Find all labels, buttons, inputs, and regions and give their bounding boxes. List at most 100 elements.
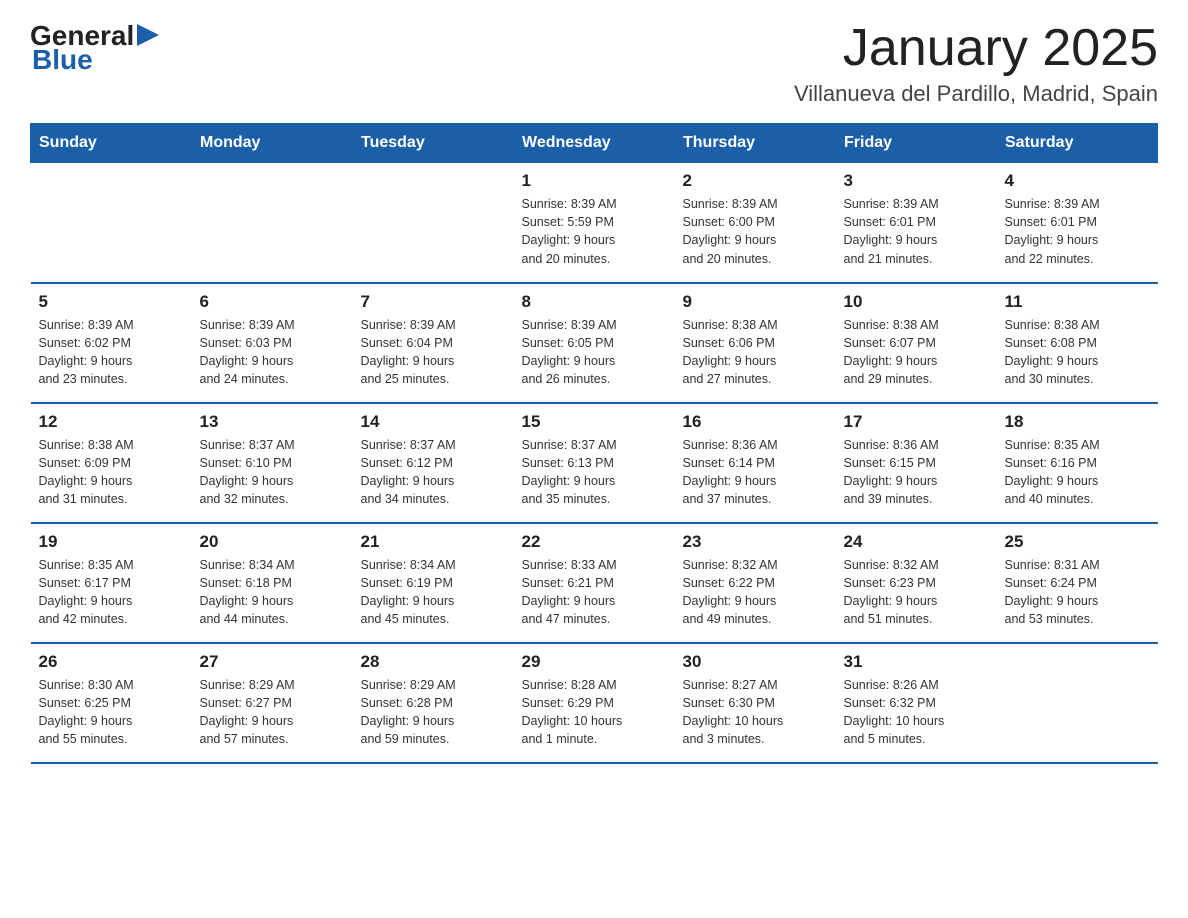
day-number: 19	[39, 532, 184, 552]
day-info: Sunrise: 8:36 AM Sunset: 6:15 PM Dayligh…	[844, 436, 989, 509]
table-row: 6 Sunrise: 8:39 AM Sunset: 6:03 PM Daylig…	[192, 283, 353, 403]
table-row	[997, 643, 1158, 763]
day-number: 23	[683, 532, 828, 552]
day-number: 30	[683, 652, 828, 672]
day-info: Sunrise: 8:26 AM Sunset: 6:32 PM Dayligh…	[844, 676, 989, 749]
day-number: 1	[522, 171, 667, 191]
day-info: Sunrise: 8:30 AM Sunset: 6:25 PM Dayligh…	[39, 676, 184, 749]
table-row: 24 Sunrise: 8:32 AM Sunset: 6:23 PM Dayli…	[836, 523, 997, 643]
day-number: 4	[1005, 171, 1150, 191]
header-tuesday: Tuesday	[353, 124, 514, 163]
day-number: 2	[683, 171, 828, 191]
day-info: Sunrise: 8:34 AM Sunset: 6:18 PM Dayligh…	[200, 556, 345, 629]
table-row: 22Sunrise: 8:33 AM Sunset: 6:21 PM Dayli…	[514, 523, 675, 643]
logo-arrow-icon	[137, 24, 159, 46]
day-info: Sunrise: 8:39 AM Sunset: 6:01 PM Dayligh…	[844, 195, 989, 268]
day-info: Sunrise: 8:32 AM Sunset: 6:22 PM Dayligh…	[683, 556, 828, 629]
table-row: 28 Sunrise: 8:29 AM Sunset: 6:28 PM Dayli…	[353, 643, 514, 763]
day-info: Sunrise: 8:34 AM Sunset: 6:19 PM Dayligh…	[361, 556, 506, 629]
calendar-table: Sunday Monday Tuesday Wednesday Thursday…	[30, 123, 1158, 764]
day-info: Sunrise: 8:39 AM Sunset: 6:01 PM Dayligh…	[1005, 195, 1150, 268]
table-row: 15Sunrise: 8:37 AM Sunset: 6:13 PM Dayli…	[514, 403, 675, 523]
day-number: 17	[844, 412, 989, 432]
table-row: 10 Sunrise: 8:38 AM Sunset: 6:07 PM Dayli…	[836, 283, 997, 403]
day-number: 14	[361, 412, 506, 432]
table-row: 20 Sunrise: 8:34 AM Sunset: 6:18 PM Dayli…	[192, 523, 353, 643]
day-info: Sunrise: 8:37 AM Sunset: 6:12 PM Dayligh…	[361, 436, 506, 509]
day-info: Sunrise: 8:35 AM Sunset: 6:17 PM Dayligh…	[39, 556, 184, 629]
day-number: 8	[522, 292, 667, 312]
day-number: 10	[844, 292, 989, 312]
calendar-subtitle: Villanueva del Pardillo, Madrid, Spain	[794, 81, 1158, 107]
day-info: Sunrise: 8:29 AM Sunset: 6:27 PM Dayligh…	[200, 676, 345, 749]
day-info: Sunrise: 8:38 AM Sunset: 6:06 PM Dayligh…	[683, 316, 828, 389]
table-row: 9 Sunrise: 8:38 AM Sunset: 6:06 PM Daylig…	[675, 283, 836, 403]
table-row: 19 Sunrise: 8:35 AM Sunset: 6:17 PM Dayli…	[31, 523, 192, 643]
day-number: 3	[844, 171, 989, 191]
day-info: Sunrise: 8:28 AM Sunset: 6:29 PM Dayligh…	[522, 676, 667, 749]
day-number: 20	[200, 532, 345, 552]
header-sunday: Sunday	[31, 124, 192, 163]
table-row: 1 Sunrise: 8:39 AM Sunset: 5:59 PM Daylig…	[514, 163, 675, 283]
day-number: 27	[200, 652, 345, 672]
day-number: 31	[844, 652, 989, 672]
day-info: Sunrise: 8:27 AM Sunset: 6:30 PM Dayligh…	[683, 676, 828, 749]
day-info: Sunrise: 8:39 AM Sunset: 6:00 PM Dayligh…	[683, 195, 828, 268]
day-number: 13	[200, 412, 345, 432]
table-row: 27 Sunrise: 8:29 AM Sunset: 6:27 PM Dayli…	[192, 643, 353, 763]
day-info: Sunrise: 8:39 AM Sunset: 6:02 PM Dayligh…	[39, 316, 184, 389]
header-monday: Monday	[192, 124, 353, 163]
day-number: 7	[361, 292, 506, 312]
table-row	[31, 163, 192, 283]
day-number: 28	[361, 652, 506, 672]
calendar-week-row: 12Sunrise: 8:38 AM Sunset: 6:09 PM Dayli…	[31, 403, 1158, 523]
header-wednesday: Wednesday	[514, 124, 675, 163]
table-row: 21 Sunrise: 8:34 AM Sunset: 6:19 PM Dayli…	[353, 523, 514, 643]
table-row: 2 Sunrise: 8:39 AM Sunset: 6:00 PM Daylig…	[675, 163, 836, 283]
table-row: 16 Sunrise: 8:36 AM Sunset: 6:14 PM Dayli…	[675, 403, 836, 523]
day-info: Sunrise: 8:36 AM Sunset: 6:14 PM Dayligh…	[683, 436, 828, 509]
day-info: Sunrise: 8:39 AM Sunset: 6:03 PM Dayligh…	[200, 316, 345, 389]
table-row: 7 Sunrise: 8:39 AM Sunset: 6:04 PM Daylig…	[353, 283, 514, 403]
day-info: Sunrise: 8:39 AM Sunset: 6:04 PM Dayligh…	[361, 316, 506, 389]
day-info: Sunrise: 8:32 AM Sunset: 6:23 PM Dayligh…	[844, 556, 989, 629]
day-number: 26	[39, 652, 184, 672]
day-number: 6	[200, 292, 345, 312]
table-row: 31 Sunrise: 8:26 AM Sunset: 6:32 PM Dayli…	[836, 643, 997, 763]
day-info: Sunrise: 8:31 AM Sunset: 6:24 PM Dayligh…	[1005, 556, 1150, 629]
calendar-title: January 2025	[794, 20, 1158, 77]
header-thursday: Thursday	[675, 124, 836, 163]
day-info: Sunrise: 8:38 AM Sunset: 6:09 PM Dayligh…	[39, 436, 184, 509]
day-info: Sunrise: 8:38 AM Sunset: 6:07 PM Dayligh…	[844, 316, 989, 389]
day-info: Sunrise: 8:38 AM Sunset: 6:08 PM Dayligh…	[1005, 316, 1150, 389]
table-row: 23 Sunrise: 8:32 AM Sunset: 6:22 PM Dayli…	[675, 523, 836, 643]
logo: General Blue	[30, 20, 159, 76]
header-saturday: Saturday	[997, 124, 1158, 163]
table-row: 4 Sunrise: 8:39 AM Sunset: 6:01 PM Daylig…	[997, 163, 1158, 283]
day-number: 9	[683, 292, 828, 312]
day-number: 21	[361, 532, 506, 552]
day-info: Sunrise: 8:37 AM Sunset: 6:13 PM Dayligh…	[522, 436, 667, 509]
calendar-week-row: 19 Sunrise: 8:35 AM Sunset: 6:17 PM Dayli…	[31, 523, 1158, 643]
day-number: 5	[39, 292, 184, 312]
calendar-header-row: Sunday Monday Tuesday Wednesday Thursday…	[31, 124, 1158, 163]
table-row: 13Sunrise: 8:37 AM Sunset: 6:10 PM Dayli…	[192, 403, 353, 523]
table-row: 8 Sunrise: 8:39 AM Sunset: 6:05 PM Daylig…	[514, 283, 675, 403]
table-row: 17 Sunrise: 8:36 AM Sunset: 6:15 PM Dayli…	[836, 403, 997, 523]
day-info: Sunrise: 8:39 AM Sunset: 5:59 PM Dayligh…	[522, 195, 667, 268]
day-number: 24	[844, 532, 989, 552]
day-info: Sunrise: 8:33 AM Sunset: 6:21 PM Dayligh…	[522, 556, 667, 629]
day-number: 18	[1005, 412, 1150, 432]
page-header: General Blue January 2025 Villanueva del…	[30, 20, 1158, 107]
day-info: Sunrise: 8:29 AM Sunset: 6:28 PM Dayligh…	[361, 676, 506, 749]
logo-blue-text: Blue	[32, 44, 93, 76]
calendar-week-row: 26 Sunrise: 8:30 AM Sunset: 6:25 PM Dayli…	[31, 643, 1158, 763]
day-number: 16	[683, 412, 828, 432]
calendar-week-row: 1 Sunrise: 8:39 AM Sunset: 5:59 PM Daylig…	[31, 163, 1158, 283]
day-info: Sunrise: 8:39 AM Sunset: 6:05 PM Dayligh…	[522, 316, 667, 389]
table-row	[192, 163, 353, 283]
day-number: 29	[522, 652, 667, 672]
table-row: 18Sunrise: 8:35 AM Sunset: 6:16 PM Dayli…	[997, 403, 1158, 523]
table-row: 30 Sunrise: 8:27 AM Sunset: 6:30 PM Dayli…	[675, 643, 836, 763]
table-row: 26 Sunrise: 8:30 AM Sunset: 6:25 PM Dayli…	[31, 643, 192, 763]
